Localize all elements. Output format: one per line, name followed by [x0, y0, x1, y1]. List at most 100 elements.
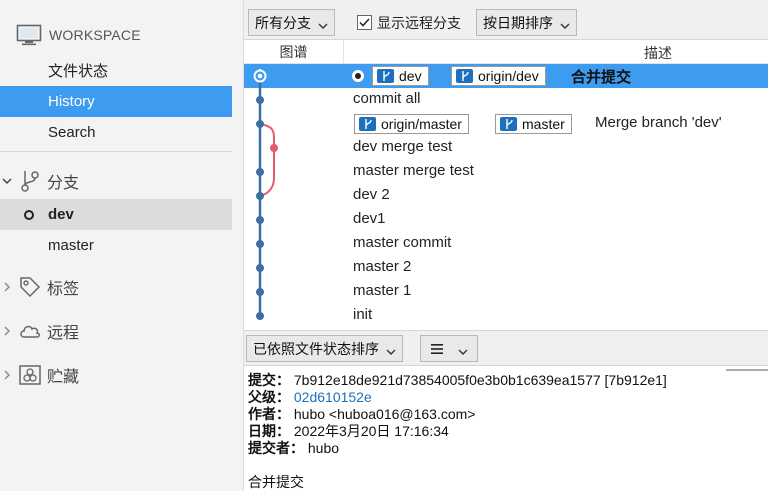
sidebar-item-branch-master[interactable]: master [0, 230, 232, 261]
show-remote-label: 显示远程分支 [377, 14, 461, 31]
branches-section[interactable]: 分支 [0, 165, 232, 196]
checkbox-checked-icon[interactable] [357, 15, 372, 30]
detail-message: 合并提交 [248, 474, 304, 490]
cloud-icon [18, 321, 42, 341]
commit-message: master merge test [353, 162, 474, 179]
commit-list-header: 图谱 描述 [244, 40, 768, 64]
show-remote-branches-checkbox[interactable]: 显示远程分支 [357, 9, 461, 36]
chevron-right-icon [0, 326, 14, 336]
graph-node [256, 120, 264, 128]
stash-section[interactable]: 贮藏 [0, 359, 232, 390]
branch-icon [500, 117, 517, 131]
list-icon [430, 343, 444, 355]
graph-node-head-center [257, 73, 263, 79]
parent-hash-link[interactable]: 02d610152e [294, 389, 372, 405]
tags-section-label: 标签 [47, 280, 80, 298]
chevron-down-icon [560, 18, 570, 29]
graph-node [256, 192, 264, 200]
commit-hash: 7b912e18de921d73854005f0e3b0b1c639ea1577… [293, 372, 667, 388]
commit-message: dev 2 [353, 186, 390, 203]
file-sort-dropdown[interactable]: 已依照文件状态排序 [246, 335, 403, 362]
committer-value: hubo [307, 440, 340, 456]
ref-badge-master[interactable]: master [495, 114, 572, 134]
tags-section[interactable]: 标签 [0, 271, 232, 302]
graph-node [256, 264, 264, 272]
chevron-down-icon [318, 18, 328, 29]
branch-filter-label: 所有分支 [255, 14, 311, 31]
chevron-right-icon [0, 370, 14, 380]
sort-order-label: 按日期排序 [483, 14, 553, 31]
top-toolbar: 所有分支 显示远程分支 按日期排序 [244, 0, 768, 40]
sidebar-item-file-status[interactable]: 文件状态 [0, 55, 232, 86]
sort-order-dropdown[interactable]: 按日期排序 [476, 9, 577, 36]
commit-message: dev1 [353, 210, 386, 227]
branch-icon [456, 69, 473, 83]
commit-detail-panel: 提交： 7b912e18de921d73854005f0e3b0b1c639ea… [244, 366, 768, 491]
ref-label: origin/master [381, 116, 462, 132]
commit-message: Merge branch 'dev' [595, 114, 722, 131]
sidebar-item-label: History [48, 93, 95, 110]
sidebar: WORKSPACE 文件状态 History Search 分支 dev mas… [0, 0, 244, 491]
ref-badge-dev[interactable]: dev [372, 66, 429, 86]
head-indicator-icon [352, 70, 364, 82]
tag-icon [18, 275, 42, 299]
commit-message: init [353, 306, 373, 323]
file-sort-label: 已依照文件状态排序 [253, 340, 379, 357]
sidebar-item-label: master [48, 237, 94, 254]
graph-column-header[interactable]: 图谱 [244, 40, 344, 64]
ref-badge-origin-master[interactable]: origin/master [354, 114, 469, 134]
graph-node [256, 288, 264, 296]
stash-box-icon [18, 364, 42, 386]
commit-message: master 1 [353, 282, 412, 299]
ref-label: origin/dev [478, 68, 539, 84]
detail-committer: 提交者： hubo [248, 438, 339, 458]
graph-node [270, 144, 278, 152]
commit-message: 合并提交 [571, 69, 632, 86]
sidebar-item-search[interactable]: Search [0, 117, 232, 148]
current-branch-icon [23, 209, 35, 221]
sidebar-divider [0, 151, 232, 152]
sidebar-item-label: Search [48, 124, 96, 141]
sidebar-item-history[interactable]: History [0, 86, 232, 117]
commit-graph [253, 69, 278, 320]
graph-node [256, 312, 264, 320]
author-value: hubo <huboa016@163.com> [293, 406, 476, 422]
sidebar-item-label: 文件状态 [48, 63, 109, 80]
monitor-icon [16, 24, 42, 46]
view-mode-dropdown[interactable] [420, 335, 478, 362]
workspace-header: WORKSPACE [0, 19, 232, 50]
graph-node [256, 96, 264, 104]
graph-header-label: 图谱 [279, 44, 308, 60]
branches-section-label: 分支 [47, 174, 80, 192]
branch-icon [359, 117, 376, 131]
description-header-label: 描述 [644, 45, 672, 61]
graph-node [256, 168, 264, 176]
remotes-section[interactable]: 远程 [0, 315, 232, 346]
commit-message: commit all [353, 90, 421, 107]
file-toolbar: 已依照文件状态排序 [244, 330, 768, 366]
committer-label: 提交者： [248, 440, 304, 456]
date-value: 2022年3月20日 17:16:34 [293, 423, 449, 439]
stash-section-label: 贮藏 [47, 368, 80, 386]
ref-label: master [522, 116, 565, 132]
branch-icon [19, 169, 41, 193]
horizontal-scrollbar[interactable] [726, 369, 768, 371]
graph-node [256, 216, 264, 224]
branch-filter-dropdown[interactable]: 所有分支 [248, 9, 335, 36]
branch-icon [377, 69, 394, 83]
chevron-down-icon [458, 344, 468, 355]
commit-message: master 2 [353, 258, 412, 275]
workspace-label: WORKSPACE [49, 26, 141, 43]
graph-node [256, 240, 264, 248]
chevron-down-icon [0, 176, 14, 186]
sidebar-item-branch-dev[interactable]: dev [0, 199, 232, 230]
graph-branch-line [259, 123, 275, 197]
commit-message: master commit [353, 234, 452, 251]
sidebar-item-label: dev [48, 206, 74, 223]
remotes-section-label: 远程 [47, 324, 80, 342]
ref-badge-origin-dev[interactable]: origin/dev [451, 66, 546, 86]
commit-message: dev merge test [353, 138, 453, 155]
description-column-header[interactable]: 描述 [644, 43, 672, 63]
chevron-down-icon [386, 344, 396, 355]
chevron-right-icon [0, 282, 14, 292]
